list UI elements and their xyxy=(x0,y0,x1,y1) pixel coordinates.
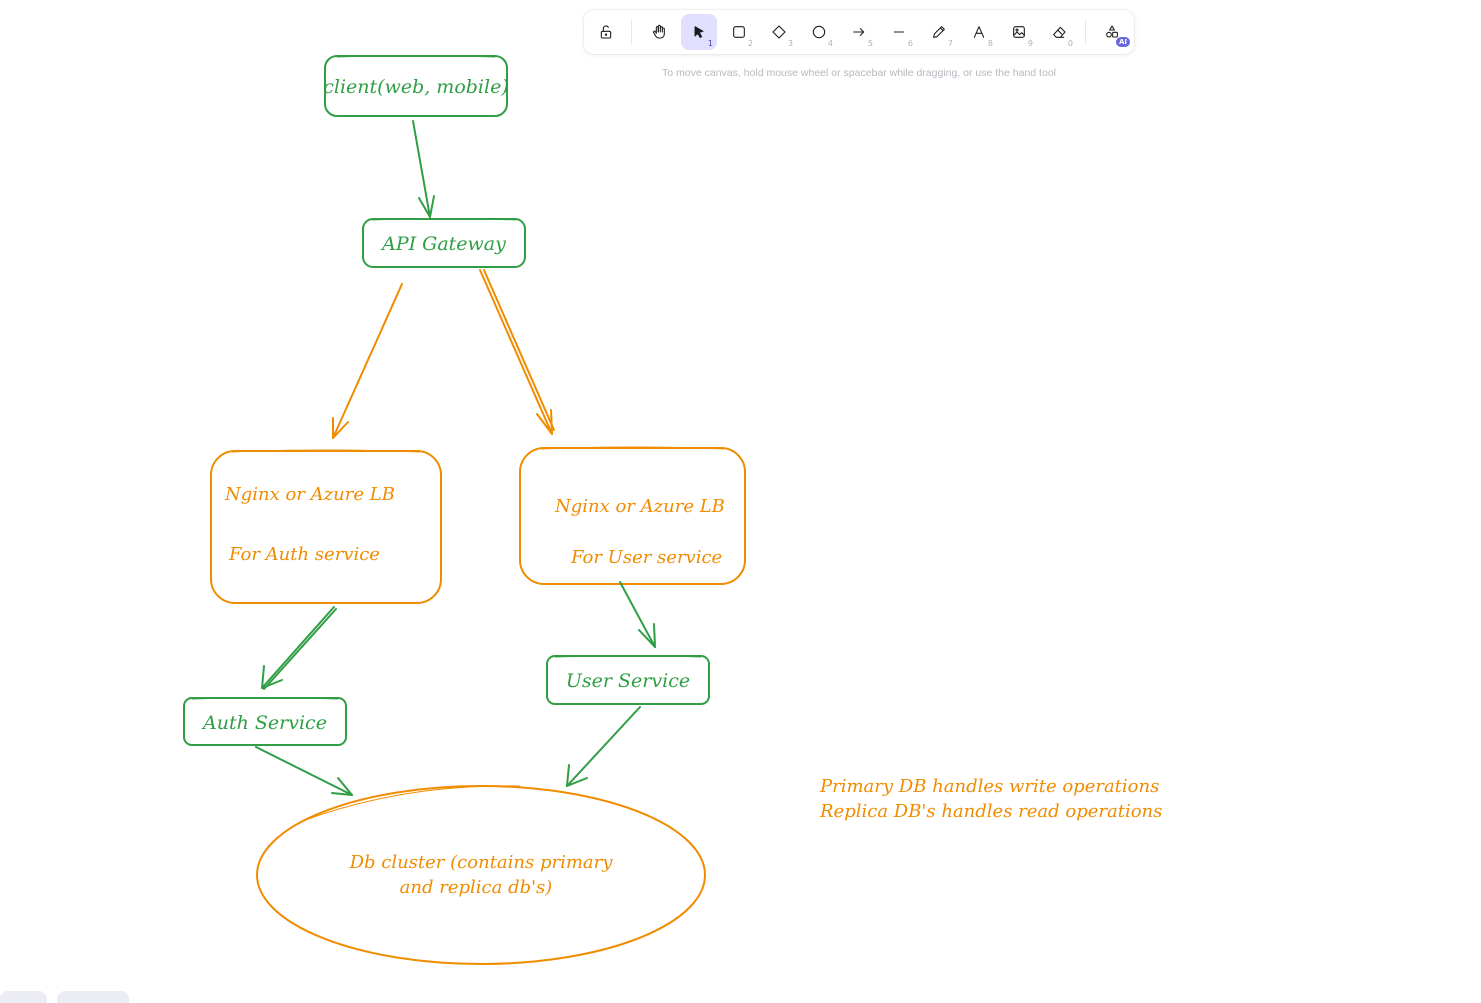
circle-icon xyxy=(812,25,826,39)
arrow-tool-button[interactable]: 5 xyxy=(841,14,877,50)
db-label-line1: Db cluster (contains primary xyxy=(349,852,614,873)
db-note[interactable]: Primary DB handles write operations Repl… xyxy=(819,776,1162,822)
auth-service-node[interactable]: Auth Service xyxy=(183,697,347,746)
image-shortcut: 9 xyxy=(1027,39,1033,48)
draw-tool-button[interactable]: 7 xyxy=(921,14,957,50)
ellipse-shortcut: 4 xyxy=(827,39,833,48)
hand-icon xyxy=(653,24,665,39)
image-tool-button[interactable]: 9 xyxy=(1001,14,1037,50)
arrow-client-to-gateway[interactable] xyxy=(412,120,435,218)
lb-user-line2: For User service xyxy=(570,547,722,568)
drawing-canvas[interactable]: client(web, mobile) API Gateway Nginx or… xyxy=(0,0,1481,1003)
text-tool-button[interactable]: 8 xyxy=(961,14,997,50)
diamond-icon xyxy=(772,25,786,39)
bottom-left-control[interactable] xyxy=(0,991,47,1003)
eraser-icon xyxy=(1053,26,1066,38)
arrow-lb-user-to-user-service[interactable] xyxy=(619,581,656,648)
text-shortcut: 8 xyxy=(987,39,993,48)
lb-auth-line2: For Auth service xyxy=(228,544,380,565)
draw-shortcut: 7 xyxy=(947,39,953,48)
toolbar-divider xyxy=(1085,20,1086,44)
user-service-label: User Service xyxy=(566,670,690,692)
db-cluster-node[interactable]: Db cluster (contains primary and replica… xyxy=(256,785,706,965)
lb-user-line1: Nginx or Azure LB xyxy=(554,496,725,517)
cursor-arrow-icon xyxy=(694,26,704,38)
diamond-tool-button[interactable]: 3 xyxy=(761,14,797,50)
unlock-icon xyxy=(600,25,612,39)
api-gateway-node[interactable]: API Gateway xyxy=(362,218,526,268)
line-tool-button[interactable]: 6 xyxy=(881,14,917,50)
canvas-hint: To move canvas, hold mouse wheel or spac… xyxy=(662,67,1056,79)
more-shapes-ai-button[interactable]: AI xyxy=(1094,14,1130,50)
image-icon xyxy=(1013,26,1025,38)
user-service-node[interactable]: User Service xyxy=(546,655,710,705)
diamond-shortcut: 3 xyxy=(787,39,793,48)
lb-auth-node[interactable]: Nginx or Azure LB For Auth service xyxy=(210,449,442,604)
arrow-lb-auth-to-auth-service[interactable] xyxy=(261,606,337,690)
excalidraw-app: client(web, mobile) API Gateway Nginx or… xyxy=(0,0,1481,1003)
shape-toolbar: 1 2 3 4 5 6 7 8 9 0 AI xyxy=(584,10,1134,54)
selection-shortcut: 1 xyxy=(707,39,713,48)
api-gateway-label: API Gateway xyxy=(380,233,506,255)
arrow-user-service-to-db[interactable] xyxy=(566,706,641,787)
line-shortcut: 6 xyxy=(907,39,913,48)
auth-service-label: Auth Service xyxy=(201,712,327,734)
client-node[interactable]: client(web, mobile) xyxy=(323,55,509,117)
ai-badge: AI xyxy=(1115,37,1130,47)
lb-auth-line1: Nginx or Azure LB xyxy=(224,484,395,505)
arrow-gateway-to-lb-user[interactable] xyxy=(479,269,555,435)
arrow-auth-service-to-db[interactable] xyxy=(255,746,353,796)
lb-user-node[interactable]: Nginx or Azure LB For User service xyxy=(519,446,746,585)
arrow-gateway-to-lb-auth[interactable] xyxy=(332,283,403,439)
arrow-right-icon xyxy=(853,28,865,36)
note-line2: Replica DB's handles read operations xyxy=(819,801,1162,822)
rectangle-tool-button[interactable]: 2 xyxy=(721,14,757,50)
eraser-shortcut: 0 xyxy=(1067,39,1073,48)
client-label: client(web, mobile) xyxy=(323,76,509,98)
lock-tool-button[interactable] xyxy=(588,14,624,50)
hand-tool-button[interactable] xyxy=(641,14,677,50)
db-label-line2: and replica db's) xyxy=(400,877,553,898)
arrow-shortcut: 5 xyxy=(867,39,873,48)
note-line1: Primary DB handles write operations xyxy=(819,776,1159,797)
bottom-left-control-2[interactable] xyxy=(57,991,129,1003)
line-icon xyxy=(893,31,905,33)
text-a-icon xyxy=(973,26,985,38)
rectangle-shortcut: 2 xyxy=(747,39,753,48)
ellipse-tool-button[interactable]: 4 xyxy=(801,14,837,50)
square-icon xyxy=(733,26,745,38)
selection-tool-button[interactable]: 1 xyxy=(681,14,717,50)
pencil-icon xyxy=(933,26,945,38)
eraser-tool-button[interactable]: 0 xyxy=(1041,14,1077,50)
toolbar-divider xyxy=(631,20,632,44)
